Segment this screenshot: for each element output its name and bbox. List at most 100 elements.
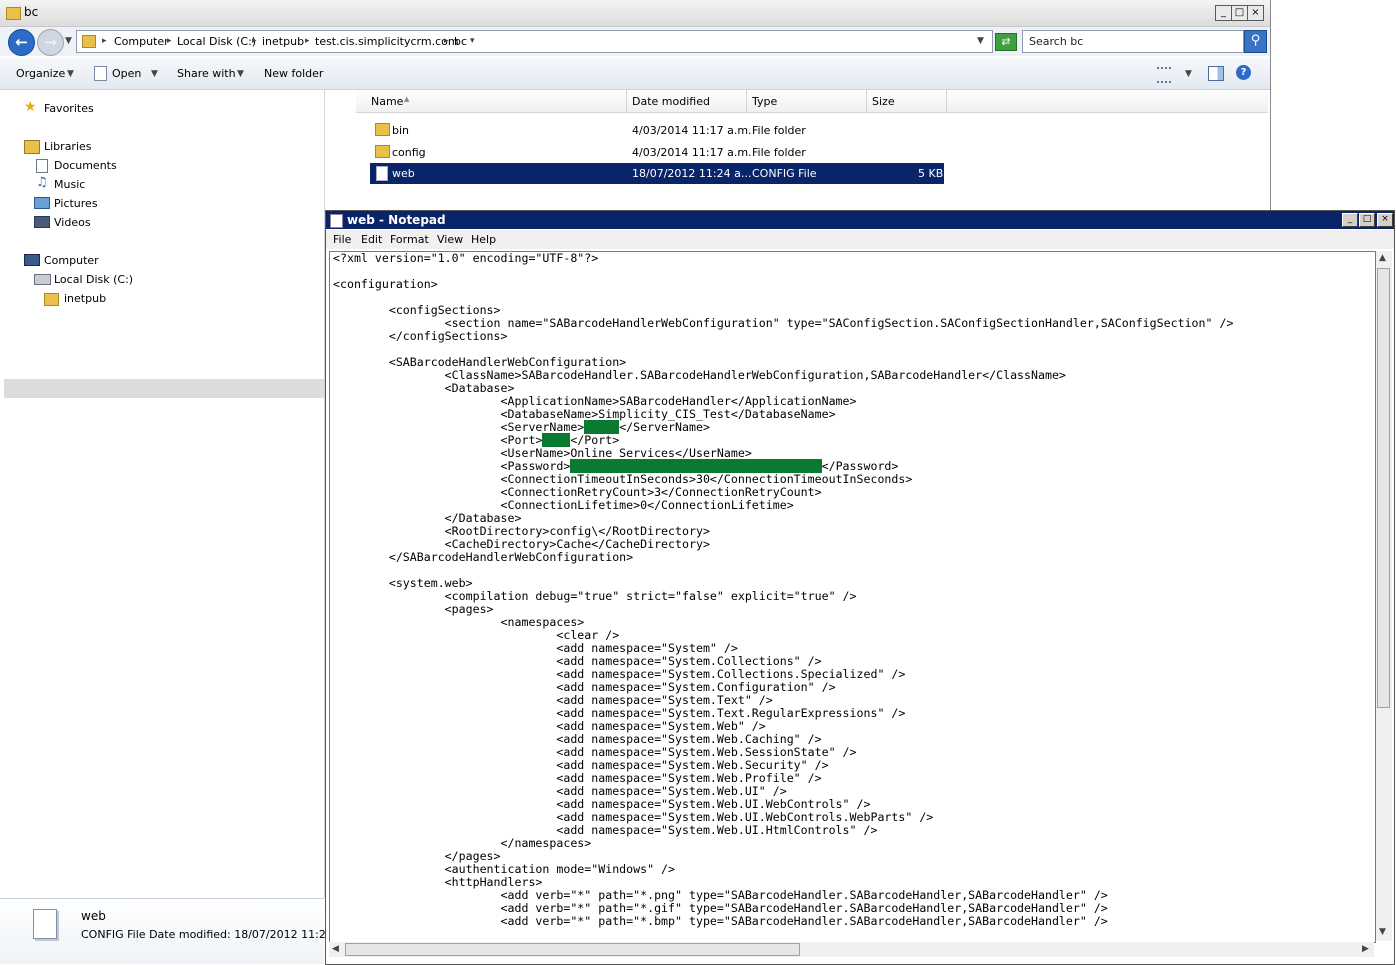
folder-icon xyxy=(375,145,390,158)
column-header-row: Name ▲ Date modified Type Size xyxy=(356,90,1268,113)
search-input[interactable]: Search bc xyxy=(1022,30,1244,53)
column-divider[interactable] xyxy=(746,90,747,112)
scroll-down-icon[interactable]: ▼ xyxy=(1379,927,1386,937)
maximize-button[interactable]: □ xyxy=(1231,5,1248,21)
vertical-scroll-thumb[interactable] xyxy=(1377,268,1390,708)
chevron-down-icon[interactable]: ▼ xyxy=(151,69,158,79)
notepad-text-area[interactable]: <?xml version="1.0" encoding="UTF-8"?> <… xyxy=(329,251,1376,943)
file-row-config[interactable]: config 4/03/2014 11:17 a.m. File folder xyxy=(370,142,944,162)
file-type: CONFIG File xyxy=(752,167,817,180)
documents-icon xyxy=(36,159,48,173)
notepad-icon xyxy=(330,214,343,228)
vertical-scrollbar[interactable]: ▲ ▼ xyxy=(1376,251,1392,941)
column-header-size[interactable]: Size xyxy=(872,95,895,108)
nav-selection-highlight xyxy=(4,379,324,398)
column-header-date[interactable]: Date modified xyxy=(632,95,710,108)
breadcrumb-arrow-icon[interactable]: ▾ xyxy=(470,36,475,46)
forward-button[interactable]: → xyxy=(37,29,64,56)
column-header-type[interactable]: Type xyxy=(752,95,777,108)
text-line: <add namespace="System.Web.Caching" /> xyxy=(333,732,822,746)
text-line: <add verb="*" path="*.bmp" type="SABarco… xyxy=(333,914,1108,928)
breadcrumb-arrow-icon[interactable]: ▸ xyxy=(102,36,107,46)
horizontal-scroll-thumb[interactable] xyxy=(345,943,800,956)
breadcrumb-bc[interactable]: bc xyxy=(454,35,467,48)
details-file-name: web xyxy=(81,909,106,923)
nav-libraries[interactable]: Libraries xyxy=(44,140,92,153)
nav-music[interactable]: Music xyxy=(54,178,85,191)
horizontal-scrollbar[interactable]: ◀ ▶ xyxy=(329,942,1374,957)
text-line: </Password> xyxy=(821,459,899,473)
breadcrumb-site[interactable]: test.cis.simplicitycrm.com xyxy=(315,35,459,48)
explorer-titlebar[interactable]: bc _ □ × xyxy=(0,0,1270,27)
preview-pane-icon[interactable] xyxy=(1208,66,1224,81)
help-icon[interactable]: ? xyxy=(1236,65,1251,80)
file-date: 4/03/2014 11:17 a.m. xyxy=(632,124,752,137)
scroll-right-icon[interactable]: ▶ xyxy=(1362,944,1369,954)
menu-format[interactable]: Format xyxy=(390,233,429,246)
view-options-icon[interactable] xyxy=(1157,67,1171,83)
column-divider[interactable] xyxy=(866,90,867,112)
music-icon: ♫ xyxy=(36,175,48,190)
nav-local-disk[interactable]: Local Disk (C:) xyxy=(54,273,133,286)
file-name: web xyxy=(392,167,415,180)
menu-edit[interactable]: Edit xyxy=(361,233,382,246)
text-line: <UserName>Online Services</UserName> xyxy=(333,446,752,460)
text-line: <add namespace="System.Web.UI" /> xyxy=(333,784,787,798)
column-divider[interactable] xyxy=(946,90,947,112)
breadcrumb-local-disk[interactable]: Local Disk (C:) xyxy=(177,35,256,48)
text-line: <authentication mode="Windows" /> xyxy=(333,862,676,876)
text-line: <add verb="*" path="*.gif" type="SABarco… xyxy=(333,901,1108,915)
breadcrumb-computer[interactable]: Computer xyxy=(114,35,169,48)
text-line: <configuration> xyxy=(333,277,438,291)
text-line: <add namespace="System" /> xyxy=(333,641,738,655)
breadcrumb-inetpub[interactable]: inetpub xyxy=(262,35,304,48)
redaction-block xyxy=(584,420,620,434)
search-placeholder: Search bc xyxy=(1029,35,1084,48)
nav-favorites[interactable]: Favorites xyxy=(44,102,94,115)
address-history-dropdown[interactable]: ▼ xyxy=(977,36,984,46)
menu-view[interactable]: View xyxy=(437,233,463,246)
file-row-web[interactable]: web 18/07/2012 11:24 a... CONFIG File 5 … xyxy=(370,163,944,184)
close-button[interactable]: × xyxy=(1377,213,1393,227)
menu-help[interactable]: Help xyxy=(471,233,496,246)
text-line: </ServerName> xyxy=(619,420,710,434)
new-folder-button[interactable]: New folder xyxy=(264,67,323,80)
breadcrumb-arrow-icon[interactable]: ▸ xyxy=(444,36,449,46)
column-divider[interactable] xyxy=(626,90,627,112)
text-line: <add namespace="System.Configuration" /> xyxy=(333,680,836,694)
refresh-icon[interactable]: ⇄ xyxy=(995,33,1017,51)
column-header-name[interactable]: Name xyxy=(371,95,403,108)
nav-inetpub[interactable]: inetpub xyxy=(64,292,106,305)
file-row-bin[interactable]: bin 4/03/2014 11:17 a.m. File folder xyxy=(370,120,944,140)
text-line: <namespaces> xyxy=(333,615,585,629)
address-box[interactable]: ▸ Computer ▸ Local Disk (C:) ▸ inetpub ▸… xyxy=(76,30,993,53)
share-with-button[interactable]: Share with xyxy=(177,67,236,80)
nav-pictures[interactable]: Pictures xyxy=(54,197,98,210)
scroll-left-icon[interactable]: ◀ xyxy=(332,944,339,954)
breadcrumb-arrow-icon[interactable]: ▸ xyxy=(167,36,172,46)
chevron-down-icon[interactable]: ▼ xyxy=(1185,69,1192,79)
text-line: <add verb="*" path="*.png" type="SABarco… xyxy=(333,888,1108,902)
open-button[interactable]: Open xyxy=(112,67,141,80)
maximize-button[interactable]: □ xyxy=(1359,213,1375,227)
close-button[interactable]: × xyxy=(1247,5,1264,21)
scroll-up-icon[interactable]: ▲ xyxy=(1379,253,1386,263)
file-size: 5 KB xyxy=(918,167,944,180)
minimize-button[interactable]: _ xyxy=(1215,5,1232,21)
nav-documents[interactable]: Documents xyxy=(54,159,117,172)
breadcrumb-arrow-icon[interactable]: ▸ xyxy=(305,36,310,46)
nav-videos[interactable]: Videos xyxy=(54,216,91,229)
recent-pages-dropdown[interactable]: ▼ xyxy=(65,36,72,46)
text-line: <clear /> xyxy=(333,628,620,642)
search-icon[interactable]: ⚲ xyxy=(1244,30,1267,53)
minimize-button[interactable]: _ xyxy=(1342,213,1358,227)
text-line: <add namespace="System.Collections" /> xyxy=(333,654,822,668)
menu-file[interactable]: File xyxy=(333,233,351,246)
text-line: <add namespace="System.Collections.Speci… xyxy=(333,667,906,681)
text-line: <ClassName>SABarcodeHandler.SABarcodeHan… xyxy=(333,368,1066,382)
nav-computer[interactable]: Computer xyxy=(44,254,99,267)
notepad-titlebar[interactable]: web - Notepad _ □ × xyxy=(326,211,1394,229)
breadcrumb-arrow-icon[interactable]: ▸ xyxy=(252,36,257,46)
organize-button[interactable]: Organize xyxy=(16,67,65,80)
back-button[interactable]: ← xyxy=(8,29,35,56)
